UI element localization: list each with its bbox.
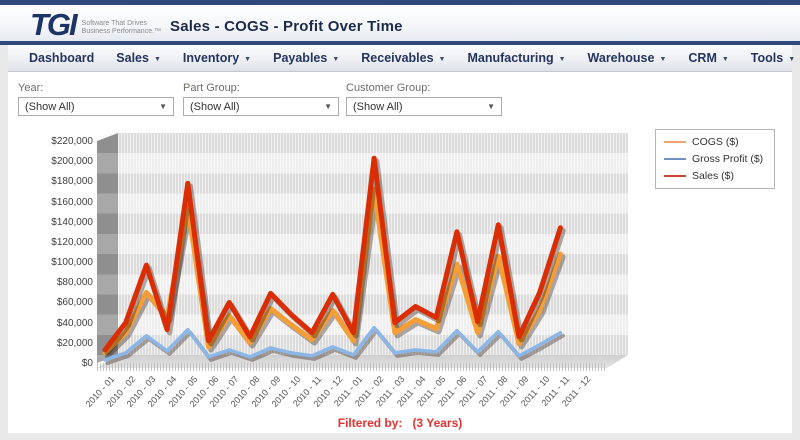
nav-item-crm[interactable]: CRM▼ bbox=[677, 47, 739, 69]
part-group-filter-label: Part Group: bbox=[183, 82, 339, 94]
filter-year: Year: (Show All) ▼ bbox=[18, 82, 174, 116]
legend-line-swatch bbox=[664, 158, 686, 160]
customer-group-filter-value: (Show All) bbox=[353, 101, 403, 113]
chevron-down-icon: ▼ bbox=[439, 56, 446, 63]
filtered-by-label: Filtered by: bbox=[338, 416, 403, 430]
main-nav: DashboardSales▼Inventory▼Payables▼Receiv… bbox=[8, 45, 792, 72]
part-group-filter-select[interactable]: (Show All) ▼ bbox=[183, 97, 339, 116]
nav-item-warehouse[interactable]: Warehouse▼ bbox=[577, 47, 678, 69]
filter-customer-group: Customer Group: (Show All) ▼ bbox=[346, 82, 502, 116]
chart-legend: COGS ($) Gross Profit ($) Sales ($) bbox=[655, 129, 775, 189]
page-title: Sales - COGS - Profit Over Time bbox=[170, 18, 403, 35]
nav-item-payables[interactable]: Payables▼ bbox=[262, 47, 350, 69]
legend-line-swatch bbox=[664, 141, 686, 143]
chevron-down-icon: ▼ bbox=[487, 102, 495, 111]
chevron-down-icon: ▼ bbox=[159, 102, 167, 111]
nav-item-receivables[interactable]: Receivables▼ bbox=[350, 47, 456, 69]
chevron-down-icon: ▼ bbox=[659, 56, 666, 63]
chevron-down-icon: ▼ bbox=[559, 56, 566, 63]
customer-group-filter-label: Customer Group: bbox=[346, 82, 502, 94]
chevron-down-icon: ▼ bbox=[722, 56, 729, 63]
chevron-down-icon: ▼ bbox=[332, 56, 339, 63]
logo: TGI Software That Drives Business Perfor… bbox=[30, 7, 161, 43]
filtered-by-value: (3 Years) bbox=[412, 416, 462, 430]
nav-item-tools[interactable]: Tools▼ bbox=[740, 47, 800, 69]
nav-item-inventory[interactable]: Inventory▼ bbox=[172, 47, 262, 69]
logo-tagline: Software That Drives Business Performanc… bbox=[82, 20, 161, 36]
legend-line-swatch bbox=[664, 175, 686, 177]
legend-item: Gross Profit ($) bbox=[664, 153, 766, 165]
nav-item-dashboard[interactable]: Dashboard bbox=[18, 47, 105, 69]
legend-item: Sales ($) bbox=[664, 170, 766, 182]
year-filter-label: Year: bbox=[18, 82, 174, 94]
nav-item-sales[interactable]: Sales▼ bbox=[105, 47, 172, 69]
filter-part-group: Part Group: (Show All) ▼ bbox=[183, 82, 339, 116]
legend-item: COGS ($) bbox=[664, 136, 766, 148]
app-root: { "header": { "logo": "TGI", "tagline_li… bbox=[0, 0, 800, 440]
year-filter-value: (Show All) bbox=[25, 101, 75, 113]
chevron-down-icon: ▼ bbox=[788, 56, 795, 63]
customer-group-filter-select[interactable]: (Show All) ▼ bbox=[346, 97, 502, 116]
header: TGI Software That Drives Business Perfor… bbox=[0, 5, 800, 41]
chevron-down-icon: ▼ bbox=[154, 56, 161, 63]
part-group-filter-value: (Show All) bbox=[190, 101, 240, 113]
chevron-down-icon: ▼ bbox=[244, 56, 251, 63]
filtered-by-note: Filtered by: (3 Years) bbox=[0, 416, 800, 430]
chevron-down-icon: ▼ bbox=[324, 102, 332, 111]
logo-text: TGI bbox=[30, 7, 76, 43]
year-filter-select[interactable]: (Show All) ▼ bbox=[18, 97, 174, 116]
nav-item-manufacturing[interactable]: Manufacturing▼ bbox=[456, 47, 576, 69]
